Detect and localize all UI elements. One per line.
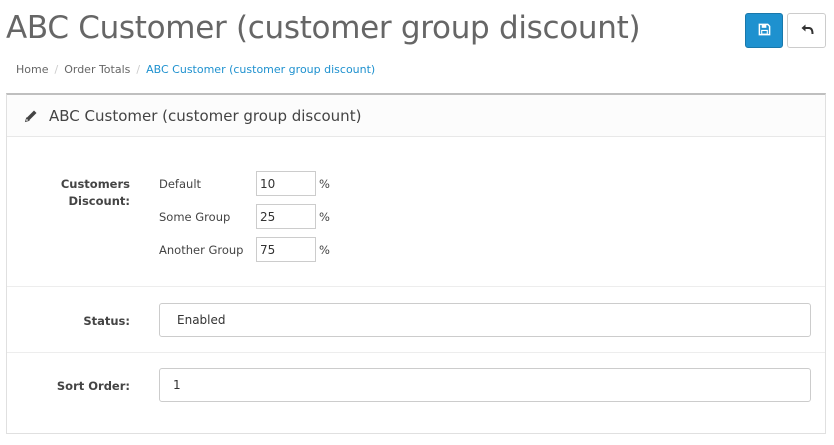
pencil-icon <box>23 108 39 124</box>
breadcrumb: Home / Order Totals / ABC Customer (cust… <box>16 63 375 76</box>
group-label-default: Default <box>159 177 202 191</box>
back-button[interactable] <box>787 13 826 48</box>
group-label-another-group: Another Group <box>159 243 244 257</box>
customers-discount-label-line1: Customers <box>60 177 130 191</box>
reply-arrow-icon <box>800 21 814 40</box>
group-label-some-group: Some Group <box>159 210 231 224</box>
status-select[interactable]: Enabled <box>159 303 811 337</box>
row-divider <box>7 352 825 353</box>
customers-discount-label: Customers Discount: <box>7 176 130 210</box>
breadcrumb-separator: / <box>136 63 141 76</box>
breadcrumb-order-totals[interactable]: Order Totals <box>64 63 130 76</box>
discount-input-default[interactable] <box>256 171 316 196</box>
status-label: Status: <box>83 314 130 328</box>
panel-title: ABC Customer (customer group discount) <box>49 106 362 125</box>
sort-order-label: Sort Order: <box>56 379 130 393</box>
row-divider <box>7 286 825 287</box>
discount-input-another-group[interactable] <box>256 237 316 262</box>
discount-input-some-group[interactable] <box>256 204 316 229</box>
breadcrumb-current[interactable]: ABC Customer (customer group discount) <box>146 63 375 76</box>
percent-sign: % <box>319 210 330 224</box>
edit-panel: ABC Customer (customer group discount) C… <box>6 93 826 434</box>
breadcrumb-separator: / <box>54 63 59 76</box>
percent-sign: % <box>319 243 330 257</box>
breadcrumb-home[interactable]: Home <box>16 63 48 76</box>
page-title: ABC Customer (customer group discount) <box>6 10 641 46</box>
floppy-disk-icon <box>758 21 771 40</box>
save-button[interactable] <box>745 13 783 48</box>
customers-discount-label-line2: Discount: <box>68 194 130 208</box>
sort-order-input[interactable] <box>159 368 811 402</box>
panel-heading: ABC Customer (customer group discount) <box>7 95 825 137</box>
percent-sign: % <box>319 177 330 191</box>
